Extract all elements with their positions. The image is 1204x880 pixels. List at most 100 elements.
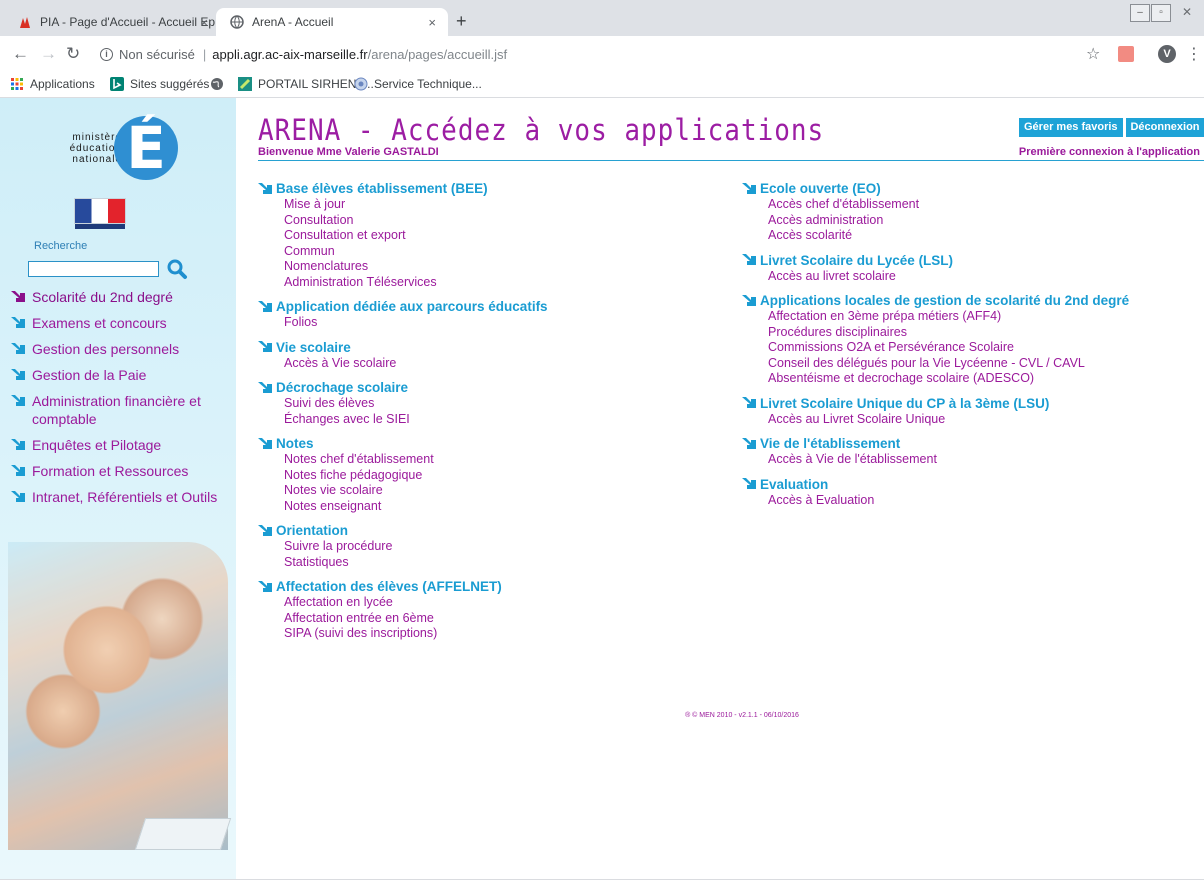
app-link[interactable]: Accès à Vie de l'établissement xyxy=(742,452,1204,468)
window-controls: – ▫ ✕ xyxy=(1130,4,1198,22)
app-link[interactable]: Consultation xyxy=(258,213,698,229)
search-input[interactable] xyxy=(28,261,159,277)
welcome-message: Bienvenue Mme Valerie GASTALDI xyxy=(258,146,439,158)
sidebar-item-administration[interactable]: Administration financière et comptable xyxy=(11,392,236,428)
bookmark-globe[interactable] xyxy=(210,77,230,91)
sidebar-item-label: Gestion de la Paie xyxy=(32,367,147,383)
app-link[interactable]: Accès chef d'établissement xyxy=(742,197,1204,213)
app-link[interactable]: SIPA (suivi des inscriptions) xyxy=(258,626,698,642)
app-link[interactable]: Affectation en 3ème prépa métiers (AFF4) xyxy=(742,309,1204,325)
app-group-title[interactable]: Livret Scolaire du Lycée (LSL) xyxy=(742,252,1204,269)
app-group-title[interactable]: Affectation des élèves (AFFELNET) xyxy=(258,578,698,595)
bookmark-label: Service Technique... xyxy=(374,77,482,91)
sidebar-item-paie[interactable]: Gestion de la Paie xyxy=(11,366,236,384)
app-link[interactable]: Accès administration xyxy=(742,213,1204,229)
app-group-title[interactable]: Application dédiée aux parcours éducatif… xyxy=(258,298,698,315)
app-link[interactable]: Accès scolarité xyxy=(742,228,1204,244)
app-link[interactable]: Procédures disciplinaires xyxy=(742,325,1204,341)
browser-tab-arena[interactable]: ArenA - Accueil × xyxy=(216,8,448,36)
arrow-icon xyxy=(11,491,25,502)
app-group: Décrochage scolaire Suivi des élèves Échan… xyxy=(258,379,698,427)
app-link[interactable]: Accès à Vie scolaire xyxy=(258,356,698,372)
app-group-title[interactable]: Décrochage scolaire xyxy=(258,379,698,396)
logout-button[interactable]: Déconnexion xyxy=(1126,118,1204,137)
applications-column-right: Ecole ouverte (EO) Accès chef d'établisse… xyxy=(742,180,1204,516)
reload-icon[interactable]: ↻ xyxy=(66,44,80,64)
app-link[interactable]: Accès au livret scolaire xyxy=(742,269,1204,285)
app-group-title[interactable]: Livret Scolaire Unique du CP à la 3ème (… xyxy=(742,395,1204,412)
sidebar-item-personnels[interactable]: Gestion des personnels xyxy=(11,340,236,358)
profile-avatar[interactable]: V xyxy=(1158,45,1176,63)
browser-tab-pia[interactable]: PIA - Page d'Accueil - Accueil Ep × xyxy=(4,8,220,36)
search-icon[interactable] xyxy=(166,258,188,280)
ministere-logo: ministère éducation nationale É xyxy=(62,110,182,190)
app-group-title[interactable]: Orientation xyxy=(258,522,698,539)
bookmark-label: Applications xyxy=(30,77,95,91)
app-link[interactable]: Notes vie scolaire xyxy=(258,483,698,499)
app-group-title[interactable]: Applications locales de gestion de scola… xyxy=(742,292,1204,309)
browser-tab-strip: PIA - Page d'Accueil - Accueil Ep × Aren… xyxy=(0,0,1204,36)
sidebar-item-formation[interactable]: Formation et Ressources xyxy=(11,462,236,480)
app-link[interactable]: Suivi des élèves xyxy=(258,396,698,412)
app-group-title[interactable]: Ecole ouverte (EO) xyxy=(742,180,1204,197)
sidebar-item-enquetes[interactable]: Enquêtes et Pilotage xyxy=(11,436,236,454)
app-link[interactable]: Mise à jour xyxy=(258,197,698,213)
app-group-title[interactable]: Evaluation xyxy=(742,476,1204,493)
app-link[interactable]: Échanges avec le SIEI xyxy=(258,412,698,428)
app-link[interactable]: Notes fiche pédagogique xyxy=(258,468,698,484)
bookmark-sites-suggeres[interactable]: Sites suggérés xyxy=(110,77,209,91)
bookmark-applications[interactable]: Applications xyxy=(10,77,95,91)
app-link[interactable]: Consultation et export xyxy=(258,228,698,244)
app-link[interactable]: Affectation en lycée xyxy=(258,595,698,611)
app-link[interactable]: Affectation entrée en 6ème xyxy=(258,611,698,627)
app-link[interactable]: Folios xyxy=(258,315,698,331)
app-link[interactable]: Commissions O2A et Persévérance Scolaire xyxy=(742,340,1204,356)
app-group: Vie de l'établissement Accès à Vie de l'é… xyxy=(742,435,1204,468)
app-link[interactable]: Administration Téléservices xyxy=(258,275,698,291)
app-group-label: Vie scolaire xyxy=(276,339,351,355)
app-link[interactable]: Conseil des délégués pour la Vie Lycéenn… xyxy=(742,356,1204,372)
app-group-title[interactable]: Notes xyxy=(258,435,698,452)
app-link[interactable]: Commun xyxy=(258,244,698,260)
close-tab-icon[interactable]: × xyxy=(428,15,436,30)
address-bar[interactable]: i Non sécurisé | appli.agr.ac-aix-marsei… xyxy=(100,40,1130,68)
app-link[interactable]: Statistiques xyxy=(258,555,698,571)
app-link[interactable]: Accès à Evaluation xyxy=(742,493,1204,509)
republique-francaise-logo xyxy=(74,198,126,229)
minimize-button[interactable]: – xyxy=(1130,4,1150,22)
sidebar-item-intranet[interactable]: Intranet, Référentiels et Outils xyxy=(11,488,236,506)
bookmark-service-technique[interactable]: Service Technique... xyxy=(354,77,482,91)
sidebar-item-label: Intranet, Référentiels et Outils xyxy=(32,489,218,505)
close-window-button[interactable]: ✕ xyxy=(1176,4,1198,22)
app-link[interactable]: Nomenclatures xyxy=(258,259,698,275)
pdf-extension-icon[interactable] xyxy=(1118,46,1134,62)
forward-arrow-icon[interactable]: → xyxy=(40,44,57,64)
app-group-title[interactable]: Vie scolaire xyxy=(258,339,698,356)
sidebar-item-scolarite[interactable]: Scolarité du 2nd degré xyxy=(11,288,236,306)
maximize-button[interactable]: ▫ xyxy=(1151,4,1171,22)
close-tab-icon[interactable]: × xyxy=(200,15,208,30)
app-link[interactable]: Notes enseignant xyxy=(258,499,698,515)
app-group: Orientation Suivre la procédure Statistiqu… xyxy=(258,522,698,570)
app-link[interactable]: Notes chef d'établissement xyxy=(258,452,698,468)
service-icon xyxy=(354,77,368,91)
bing-icon xyxy=(110,77,124,91)
manage-favorites-button[interactable]: Gérer mes favoris xyxy=(1019,118,1123,137)
app-group-title[interactable]: Base élèves établissement (BEE) xyxy=(258,180,698,197)
menu-kebab-icon[interactable]: ⋮ xyxy=(1186,44,1202,64)
arrow-icon xyxy=(742,254,756,265)
browser-toolbar: ← → ↻ i Non sécurisé | appli.agr.ac-aix-… xyxy=(0,36,1204,72)
app-link[interactable]: Accès au Livret Scolaire Unique xyxy=(742,412,1204,428)
first-connection-link[interactable]: Première connexion à l'application xyxy=(1019,146,1200,158)
info-icon[interactable]: i xyxy=(100,47,113,61)
app-link[interactable]: Suivre la procédure xyxy=(258,539,698,555)
app-group-title[interactable]: Vie de l'établissement xyxy=(742,435,1204,452)
back-arrow-icon[interactable]: ← xyxy=(12,44,29,64)
arrow-icon xyxy=(11,317,25,328)
bookmarks-bar: Applications Sites suggérés PORTAIL SIRH… xyxy=(0,72,1204,98)
new-tab-button[interactable]: + xyxy=(456,11,467,32)
sidebar-item-examens[interactable]: Examens et concours xyxy=(11,314,236,332)
sirhen-icon xyxy=(238,77,252,91)
app-link[interactable]: Absentéisme et decrochage scolaire (ADES… xyxy=(742,371,1204,387)
bookmark-star-icon[interactable]: ☆ xyxy=(1086,44,1100,64)
